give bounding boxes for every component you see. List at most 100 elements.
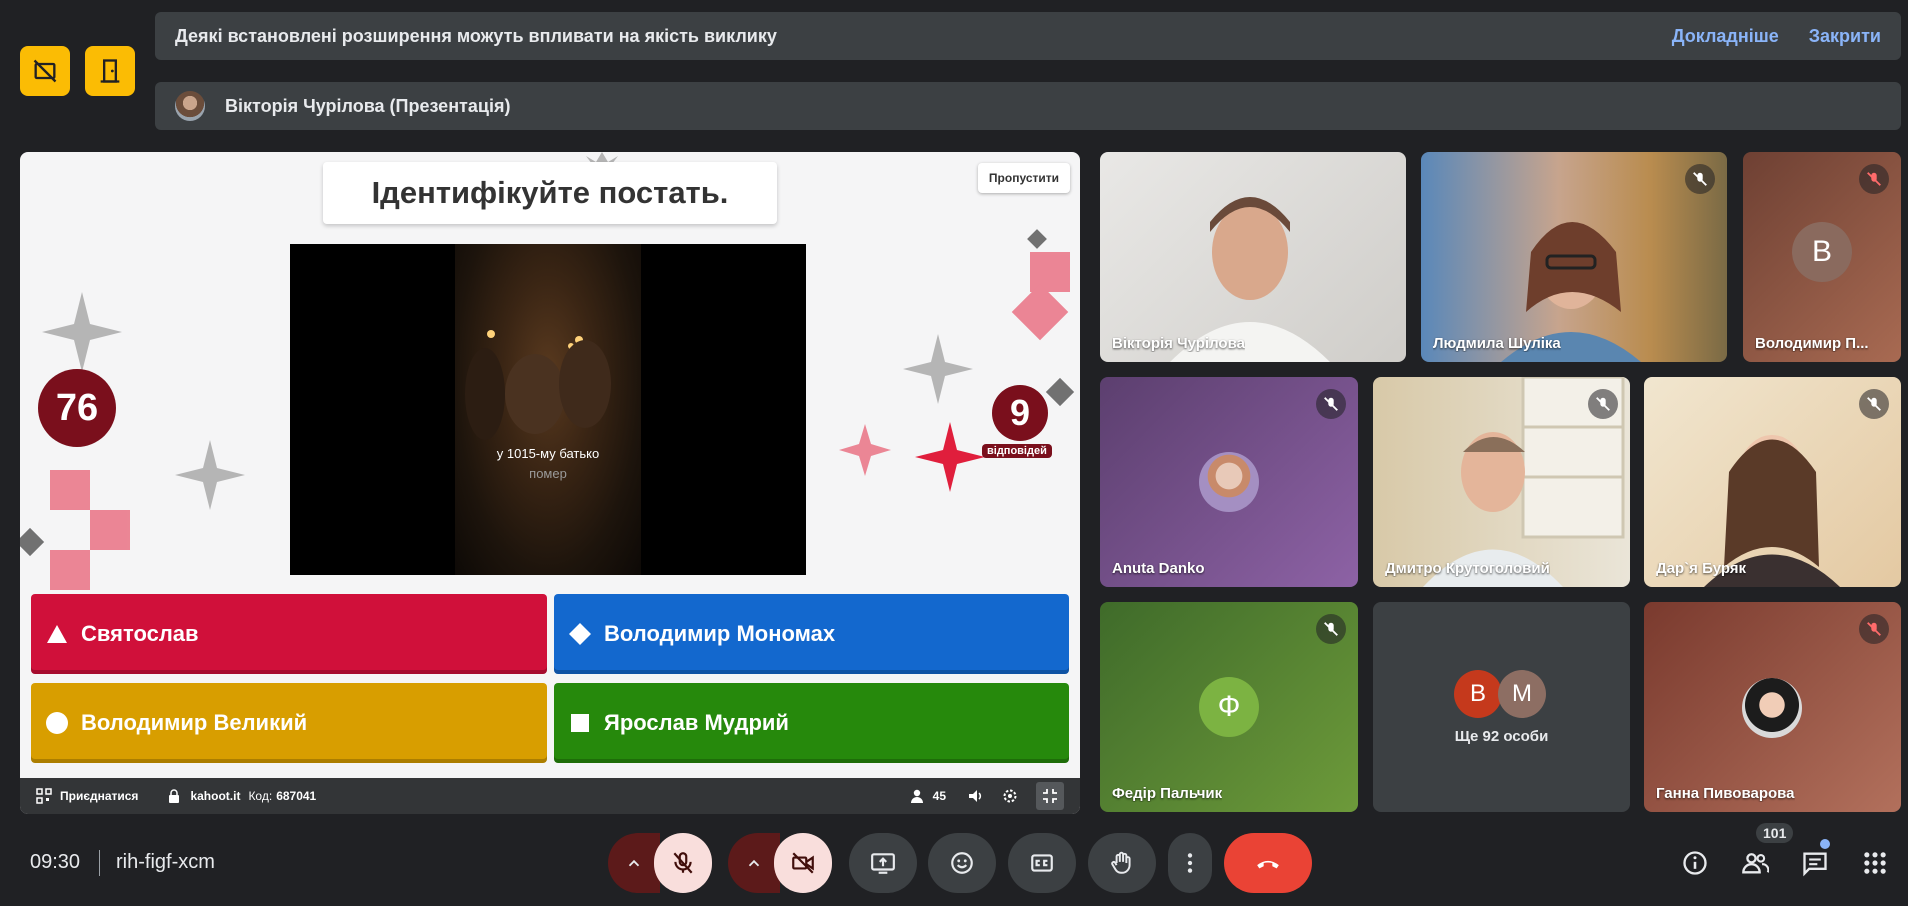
participant-tile[interactable]: Дмитро Крутоголовий bbox=[1373, 377, 1630, 587]
more-vert-icon bbox=[1187, 853, 1193, 873]
participant-initial: Ф bbox=[1199, 677, 1259, 737]
captions-button[interactable] bbox=[1008, 833, 1076, 893]
people-icon bbox=[1742, 853, 1769, 874]
activities-button[interactable] bbox=[1855, 843, 1895, 883]
diamond-icon bbox=[568, 622, 592, 646]
participant-tile[interactable]: Людмила Шуліка bbox=[1421, 152, 1727, 362]
game-code: 687041 bbox=[276, 789, 317, 803]
participant-name: Федір Пальчик bbox=[1112, 785, 1223, 802]
banner-message: Деякі встановлені розширення можуть впли… bbox=[175, 25, 777, 46]
answer-option-2[interactable]: Володимир Мономах bbox=[554, 594, 1069, 674]
triangle-icon bbox=[45, 622, 69, 646]
people-button[interactable] bbox=[1735, 843, 1775, 883]
more-options-button[interactable] bbox=[1168, 833, 1212, 893]
captions-icon bbox=[1031, 854, 1053, 872]
meet-window: Деякі встановлені розширення можуть впли… bbox=[0, 0, 1908, 906]
chat-notification-dot bbox=[1820, 839, 1830, 849]
participant-avatar bbox=[1199, 452, 1259, 512]
leave-call-button[interactable] bbox=[1224, 833, 1312, 893]
info-icon bbox=[1683, 851, 1707, 875]
answer-label: Святослав bbox=[81, 621, 199, 646]
chat-button[interactable] bbox=[1795, 843, 1835, 883]
kahoot-footer-bar: Приєднатися kahoot.it Код: 687041 45 bbox=[20, 778, 1080, 814]
volume-icon[interactable] bbox=[968, 788, 984, 804]
presenter-banner[interactable]: Вікторія Чурілова (Презентація) bbox=[155, 82, 1901, 130]
no-tiles-icon bbox=[33, 59, 57, 83]
qr-icon bbox=[36, 788, 52, 804]
chat-icon bbox=[1803, 852, 1827, 877]
exit-fullscreen-icon bbox=[1043, 789, 1057, 803]
more-participants-label: Ще 92 особи bbox=[1454, 728, 1549, 745]
participant-name: Дмитро Крутоголовий bbox=[1385, 560, 1550, 577]
participant-tile[interactable]: Вікторія Чурілова bbox=[1100, 152, 1406, 362]
end-call-icon bbox=[1257, 860, 1279, 869]
caption-line-1: у 1015-му батько bbox=[496, 446, 600, 461]
mic-off-icon bbox=[1588, 389, 1618, 419]
chevron-up-icon bbox=[628, 859, 640, 867]
answer-label: Володимир Великий bbox=[81, 710, 308, 735]
person-icon bbox=[909, 788, 925, 804]
meeting-details-button[interactable] bbox=[1675, 843, 1715, 883]
learn-more-link[interactable]: Докладніше bbox=[1672, 26, 1779, 47]
game-pin-info: kahoot.it Код: 687041 bbox=[166, 788, 316, 804]
square-icon bbox=[568, 711, 592, 735]
answer-option-4[interactable]: Ярослав Мудрий bbox=[554, 683, 1069, 763]
presenter-name: Вікторія Чурілова (Презентація) bbox=[225, 95, 511, 116]
participant-name: Дар`я Буряк bbox=[1656, 560, 1747, 577]
answer-option-3[interactable]: Володимир Великий bbox=[31, 683, 547, 763]
participant-tile[interactable]: Ганна Пивоварова bbox=[1644, 602, 1901, 812]
lock-icon bbox=[166, 788, 182, 804]
reactions-button[interactable] bbox=[928, 833, 996, 893]
participant-initial: В bbox=[1792, 222, 1852, 282]
people-count-badge: 101 bbox=[1756, 823, 1794, 843]
participant-initial: М bbox=[1498, 670, 1546, 718]
answer-label: Ярослав Мудрий bbox=[604, 710, 789, 735]
mic-off-icon bbox=[1859, 614, 1889, 644]
code-label: Код: bbox=[248, 789, 273, 803]
door-icon bbox=[100, 59, 120, 83]
candle-scene-icon bbox=[465, 330, 611, 440]
chevron-up-icon bbox=[748, 859, 760, 867]
meeting-code: rih-figf-xcm bbox=[116, 851, 215, 873]
microphone-toggle-button[interactable] bbox=[654, 833, 712, 893]
answers-count: 9 bbox=[992, 385, 1048, 441]
hide-tiles-button[interactable] bbox=[20, 46, 70, 96]
participant-name: Володимир П... bbox=[1755, 335, 1869, 352]
close-banner-button[interactable]: Закрити bbox=[1809, 26, 1881, 47]
participant-video bbox=[1501, 222, 1641, 362]
hand-icon bbox=[1111, 851, 1131, 874]
video-options-button[interactable] bbox=[728, 833, 780, 893]
present-screen-button[interactable] bbox=[849, 833, 917, 893]
emoji-icon bbox=[951, 852, 973, 874]
answer-option-1[interactable]: Святослав bbox=[31, 594, 547, 674]
participant-tile[interactable]: Дар`я Буряк bbox=[1644, 377, 1901, 587]
mic-off-icon bbox=[1316, 614, 1346, 644]
mic-off-icon bbox=[1316, 389, 1346, 419]
more-participants-tile[interactable]: В М Ще 92 особи bbox=[1373, 602, 1630, 812]
audio-options-button[interactable] bbox=[608, 833, 660, 893]
camera-control bbox=[728, 833, 832, 893]
participant-tile[interactable]: Anuta Danko bbox=[1100, 377, 1358, 587]
player-count: 45 bbox=[909, 788, 946, 804]
participant-name: Ганна Пивоварова bbox=[1656, 785, 1795, 802]
extensions-warning-banner: Деякі встановлені розширення можуть впли… bbox=[155, 12, 1901, 60]
mic-off-icon bbox=[673, 852, 693, 874]
participant-tile[interactable]: В Володимир П... bbox=[1743, 152, 1901, 362]
question-image: у 1015-му батько помер bbox=[290, 244, 806, 575]
mic-off-icon bbox=[1859, 389, 1889, 419]
camera-toggle-button[interactable] bbox=[774, 833, 832, 893]
settings-icon[interactable] bbox=[1002, 788, 1018, 804]
participant-name: Вікторія Чурілова bbox=[1112, 335, 1245, 352]
exit-fullscreen-button[interactable] bbox=[1036, 782, 1064, 810]
skip-button[interactable]: Пропустити bbox=[977, 163, 1070, 193]
join-button[interactable]: Приєднатися bbox=[36, 788, 138, 804]
caption-line-2: помер bbox=[529, 466, 567, 481]
participant-tile[interactable]: Ф Федір Пальчик bbox=[1100, 602, 1358, 812]
kahoot-site: kahoot.it bbox=[190, 789, 241, 803]
mic-off-icon bbox=[1859, 164, 1889, 194]
companion-mode-button[interactable] bbox=[85, 46, 135, 96]
raise-hand-button[interactable] bbox=[1088, 833, 1156, 893]
player-count-value: 45 bbox=[932, 789, 946, 803]
participant-avatar bbox=[1742, 678, 1802, 738]
microphone-control bbox=[608, 833, 712, 893]
